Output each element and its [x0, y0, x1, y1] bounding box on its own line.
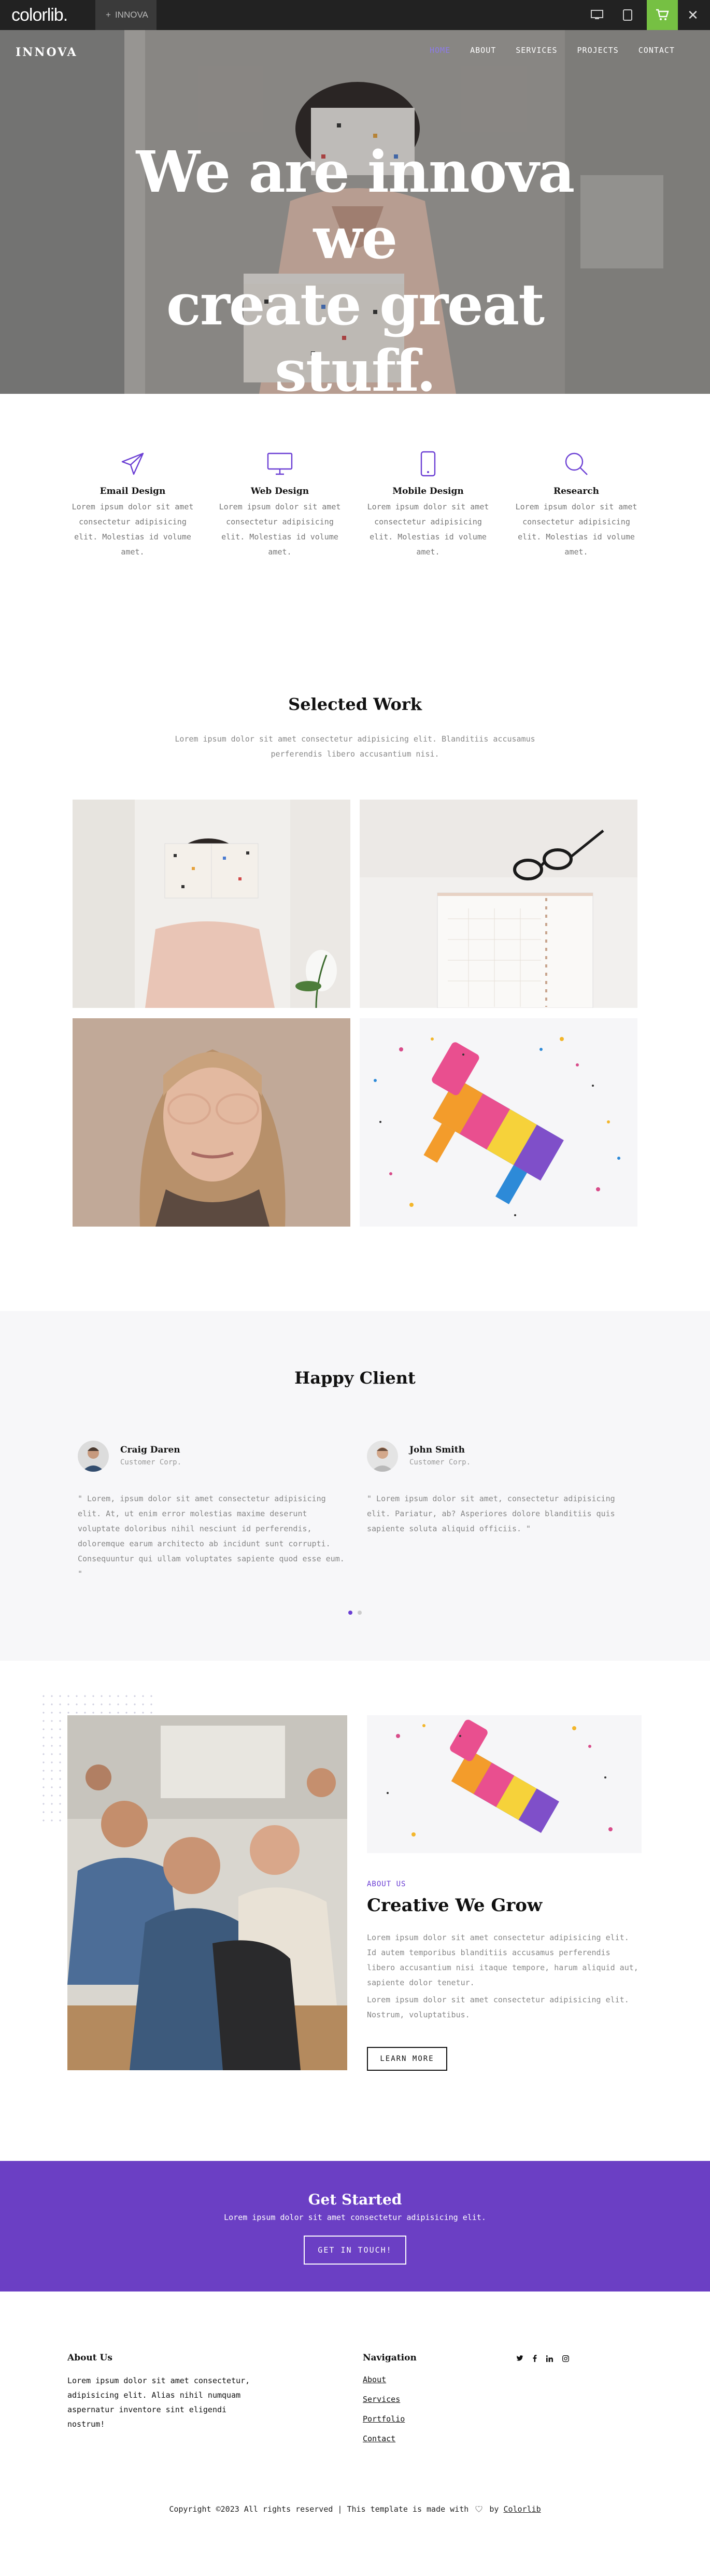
nav-services[interactable]: SERVICES — [516, 46, 557, 55]
work-section: Selected Work Lorem ipsum dolor sit amet… — [0, 653, 710, 1311]
service-text: Lorem ipsum dolor sit amet consectetur a… — [72, 502, 194, 557]
service-text: Lorem ipsum dolor sit amet consectetur a… — [219, 502, 341, 557]
desktop-icon[interactable] — [591, 10, 603, 20]
twitter-icon[interactable] — [516, 2355, 523, 2361]
service-email-design: Email Design Lorem ipsum dolor sit amet … — [70, 446, 195, 560]
nav-projects[interactable]: PROJECTS — [577, 46, 619, 55]
template-tab[interactable]: + INNOVA — [95, 0, 157, 30]
about-paragraph-1: Lorem ipsum dolor sit amet consectetur a… — [367, 1933, 638, 1987]
paper-plane-icon — [121, 452, 144, 475]
copyright: Copyright ©2023 All rights reserved | Th… — [0, 2504, 710, 2514]
section-title: Selected Work — [288, 694, 422, 714]
cart-button[interactable] — [647, 0, 678, 30]
footer-link-portfolio[interactable]: Portfolio — [363, 2412, 405, 2431]
client-name: John Smith — [409, 1445, 465, 1455]
smartphone-icon — [420, 451, 436, 477]
about-paragraph-2: Lorem ipsum dolor sit amet consectetur a… — [367, 1995, 629, 2019]
about-section: ABOUT US Creative We Grow Lorem ipsum do… — [0, 1661, 710, 2161]
section-lead: Lorem ipsum dolor sit amet consectetur a… — [175, 734, 535, 759]
nav-about[interactable]: ABOUT — [470, 46, 496, 55]
portfolio-item-1[interactable] — [73, 800, 350, 1008]
service-text: Lorem ipsum dolor sit amet consectetur a… — [367, 502, 489, 557]
footer-links: About Services Portfolio Contact — [363, 2372, 405, 2451]
hero-title-line1: We are innova we — [136, 138, 575, 272]
portfolio-item-2[interactable] — [360, 800, 637, 1008]
main-nav: HOME ABOUT SERVICES PROJECTS CONTACT — [430, 46, 675, 55]
services-section: Email Design Lorem ipsum dolor sit amet … — [0, 394, 710, 653]
cart-icon — [656, 9, 669, 20]
learn-more-button[interactable]: LEARN MORE — [367, 2047, 447, 2071]
footer-nav-title: Navigation — [363, 2353, 417, 2363]
avatar — [367, 1441, 398, 1472]
portfolio-item-3[interactable] — [73, 1018, 350, 1227]
demo-toolbar: colorlib. + INNOVA ✕ — [0, 0, 710, 30]
heart-icon — [475, 2506, 482, 2513]
client-company: Customer Corp. — [409, 1458, 471, 1467]
service-research: Research Lorem ipsum dolor sit amet cons… — [514, 446, 638, 560]
about-image — [367, 1715, 642, 1853]
footer-link-contact[interactable]: Contact — [363, 2431, 405, 2451]
service-title: Mobile Design — [392, 486, 464, 496]
avatar — [78, 1441, 109, 1472]
pager-dot[interactable] — [358, 1611, 362, 1615]
cta-text: Lorem ipsum dolor sit amet consectetur a… — [224, 2213, 486, 2222]
portfolio-image — [73, 800, 350, 1008]
client-name: Craig Daren — [120, 1445, 180, 1455]
carousel-pager — [348, 1611, 362, 1615]
about-title: Creative We Grow — [367, 1895, 543, 1916]
about-eyebrow: ABOUT US — [367, 1880, 406, 1888]
team-image — [67, 1715, 347, 2070]
colorlib-logo[interactable]: colorlib. — [0, 5, 91, 25]
footer-link-about[interactable]: About — [363, 2372, 405, 2392]
copyright-by: by — [489, 2504, 499, 2514]
copyright-text: Copyright ©2023 All rights reserved | Th… — [169, 2504, 469, 2514]
social-links — [516, 2355, 569, 2362]
template-tab-label: INNOVA — [115, 10, 148, 20]
service-text: Lorem ipsum dolor sit amet consectetur a… — [515, 502, 637, 557]
service-title: Email Design — [100, 486, 166, 496]
plus-icon: + — [106, 10, 111, 20]
nav-contact[interactable]: CONTACT — [638, 46, 675, 55]
hero-section: INNOVA HOME ABOUT SERVICES PROJECTS CONT… — [0, 30, 710, 394]
facebook-icon[interactable] — [533, 2355, 537, 2362]
pager-dot[interactable] — [348, 1611, 352, 1615]
search-icon — [565, 452, 588, 475]
cta-title: Get Started — [308, 2191, 402, 2208]
portfolio-image — [73, 1018, 350, 1227]
service-title: Web Design — [250, 486, 309, 496]
testimonials-section: Happy Client Craig Daren Customer Corp. … — [0, 1311, 710, 1661]
cta-section: Get Started Lorem ipsum dolor sit amet c… — [0, 2161, 710, 2292]
section-title: Happy Client — [294, 1368, 416, 1388]
get-in-touch-button[interactable]: GET IN TOUCH! — [304, 2236, 406, 2265]
pinata-image — [367, 1715, 642, 1853]
colorlib-link[interactable]: Colorlib — [503, 2504, 541, 2514]
service-web-design: Web Design Lorem ipsum dolor sit amet co… — [218, 446, 342, 560]
tablet-icon[interactable] — [623, 9, 632, 21]
hero-title: We are innova we create great stuff. — [93, 139, 617, 394]
footer-about-title: About Us — [67, 2353, 112, 2363]
footer-about-text: Lorem ipsum dolor sit amet consectetur, … — [67, 2376, 250, 2429]
portfolio-image — [360, 1018, 637, 1227]
service-mobile-design: Mobile Design Lorem ipsum dolor sit amet… — [366, 446, 490, 560]
client-company: Customer Corp. — [120, 1458, 182, 1467]
portfolio-item-4[interactable] — [360, 1018, 637, 1227]
site-footer: About Us Lorem ipsum dolor sit amet cons… — [0, 2292, 710, 2576]
portfolio-image — [360, 800, 637, 1008]
monitor-icon — [267, 452, 293, 475]
nav-home[interactable]: HOME — [430, 46, 450, 55]
client-quote: " Lorem ipsum dolor sit amet, consectetu… — [367, 1494, 615, 1533]
site-brand[interactable]: INNOVA — [16, 46, 78, 59]
client-quote: " Lorem, ipsum dolor sit amet consectetu… — [78, 1494, 345, 1578]
team-photo — [67, 1715, 347, 2070]
close-icon[interactable]: ✕ — [680, 0, 706, 30]
instagram-icon[interactable] — [562, 2355, 569, 2362]
linkedin-icon[interactable] — [546, 2355, 553, 2362]
service-title: Research — [553, 486, 599, 496]
footer-link-services[interactable]: Services — [363, 2392, 405, 2412]
hero-title-line2: create great stuff. — [166, 271, 545, 394]
